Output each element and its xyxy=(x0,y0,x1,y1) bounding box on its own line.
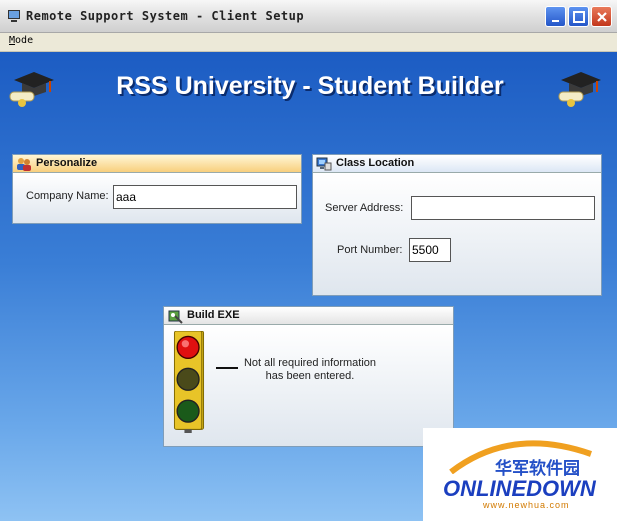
class-location-body: Server Address: Port Number: xyxy=(313,173,601,295)
personalize-header: Personalize xyxy=(13,155,301,173)
graduation-cap-icon-right xyxy=(558,72,601,107)
port-number-input[interactable] xyxy=(409,238,451,262)
title-bar[interactable]: Remote Support System - Client Setup xyxy=(0,0,617,33)
users-icon xyxy=(17,158,31,171)
graduation-cap-icon xyxy=(9,72,54,107)
maximize-button[interactable] xyxy=(568,6,589,27)
build-status-line1: Not all required information xyxy=(243,357,377,369)
class-location-header: Class Location xyxy=(313,155,601,173)
class-location-title: Class Location xyxy=(336,157,415,169)
watermark-logo: ONLINEDOWN xyxy=(443,476,596,501)
build-exe-body: Not all required information has been en… xyxy=(164,325,453,446)
server-address-label: Server Address: xyxy=(325,202,404,214)
close-button[interactable] xyxy=(591,6,612,27)
app-window: Remote Support System - Client Setup Mod… xyxy=(0,0,617,521)
build-exe-panel: Build EXE Not all required information h… xyxy=(163,306,454,447)
app-icon xyxy=(8,10,20,22)
page-title: RSS University - Student Builder xyxy=(116,72,504,100)
personalize-title: Personalize xyxy=(36,157,98,169)
window-title: Remote Support System - Client Setup xyxy=(26,9,305,23)
company-name-label: Company Name: xyxy=(26,190,109,202)
server-address-input[interactable] xyxy=(411,196,595,220)
build-exe-header: Build EXE xyxy=(164,307,453,325)
class-location-panel: Class Location Server Address: Port Numb… xyxy=(312,154,602,296)
computer-network-icon xyxy=(316,157,332,171)
onlinedown-watermark: 华军软件园 ONLINEDOWN www.newhua.com xyxy=(423,428,617,521)
menu-mode[interactable]: Mode xyxy=(9,35,33,46)
build-status-line2: has been entered. xyxy=(265,370,355,382)
maximize-icon xyxy=(573,11,585,23)
traffic-light-icon xyxy=(173,331,205,433)
build-status-message: Not all required information has been en… xyxy=(234,357,386,383)
port-number-label: Port Number: xyxy=(337,244,403,256)
build-exe-title: Build EXE xyxy=(187,309,240,321)
minimize-icon xyxy=(552,20,559,22)
minimize-button[interactable] xyxy=(545,6,566,27)
personalize-panel: Personalize Company Name: xyxy=(12,154,302,224)
watermark-url: www.newhua.com xyxy=(483,500,570,510)
build-icon xyxy=(168,310,183,324)
close-icon xyxy=(597,12,607,22)
menu-bar: Mode xyxy=(0,33,617,52)
company-name-input[interactable] xyxy=(113,185,297,209)
personalize-body: Company Name: xyxy=(13,173,301,223)
